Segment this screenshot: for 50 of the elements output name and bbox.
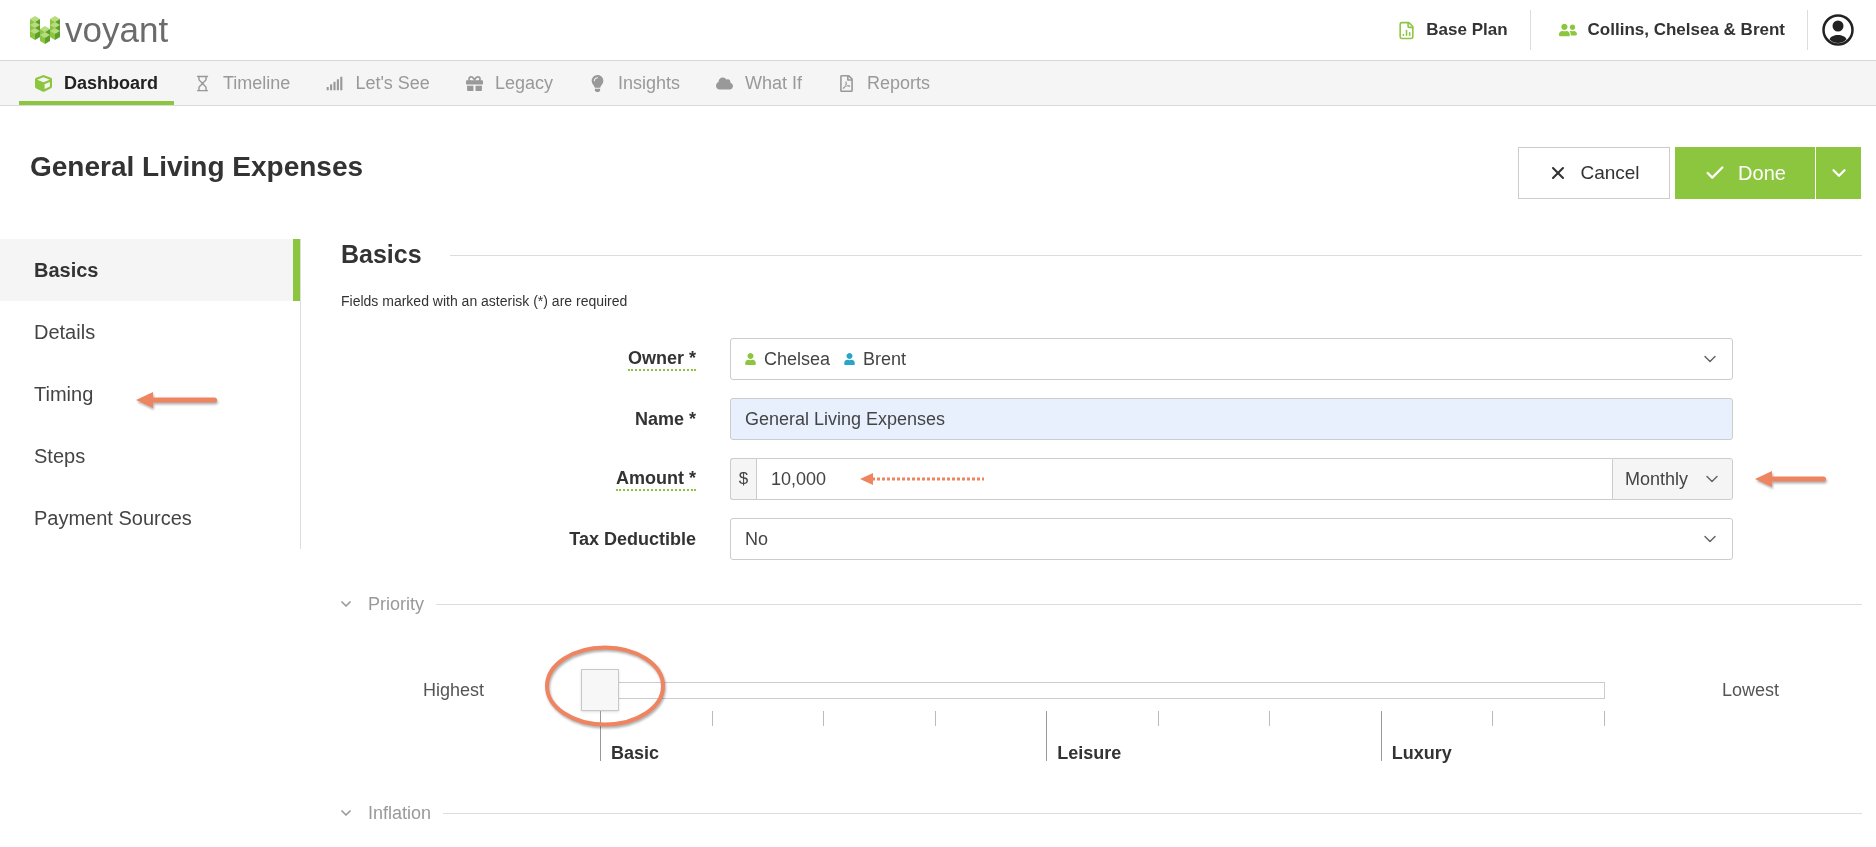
logo-wordmark: voyant — [65, 10, 169, 50]
slider-max-label: Lowest — [1722, 679, 1780, 700]
field-label: Amount * — [616, 467, 696, 491]
required-note: Fields marked with an asterisk (*) are required — [341, 292, 629, 311]
tick-label: Luxury — [1391, 742, 1452, 764]
tick-mark — [600, 711, 601, 761]
tax-deductible-select[interactable]: No — [730, 518, 1733, 560]
field-label: Name * — [634, 408, 696, 430]
frequency-select[interactable]: Monthly — [1612, 458, 1733, 500]
amount-input[interactable]: 10,000 — [756, 458, 1612, 500]
owner-name: Chelsea — [764, 347, 831, 371]
annotation-arrow-icon — [860, 472, 984, 486]
done-options-button[interactable] — [1816, 147, 1861, 199]
user-avatar-icon[interactable] — [1822, 14, 1854, 46]
cube-icon — [35, 74, 52, 92]
tick-mark — [1269, 711, 1271, 726]
section-title: Basics — [341, 239, 422, 271]
field-label: Owner * — [627, 347, 696, 371]
annotation-arrow-icon — [1755, 470, 1827, 488]
blocks-logo-icon — [30, 15, 60, 45]
tick-label: Basic — [611, 742, 660, 764]
nav-tab[interactable]: Dashboard — [19, 61, 175, 105]
tick-mark — [1492, 711, 1494, 726]
tick-label: Leisure — [1057, 742, 1122, 764]
tick-mark — [1046, 711, 1048, 761]
slider-thumb[interactable] — [581, 669, 619, 711]
slider-min-label: Highest — [422, 678, 484, 702]
sidebar-item[interactable]: Basics — [0, 239, 300, 301]
tick-mark — [934, 711, 936, 726]
plan-button[interactable]: Base Plan — [1397, 17, 1530, 43]
tick-mark — [1157, 711, 1159, 726]
owner-select[interactable]: Chelsea Brent — [730, 338, 1733, 380]
tick-mark — [711, 711, 713, 726]
annotation-arrow-icon — [136, 391, 218, 409]
name-input[interactable]: General Living Expenses — [730, 398, 1733, 440]
highlight-ellipse-icon — [544, 645, 666, 727]
cancel-button[interactable]: Cancel — [1518, 147, 1670, 199]
client-button[interactable]: Collins, Chelsea & Brent — [1530, 17, 1807, 43]
chart-document-icon — [1397, 20, 1417, 40]
page-title: General Living Expenses — [30, 150, 364, 184]
tick-mark — [1380, 711, 1382, 761]
users-icon — [1558, 21, 1577, 39]
gift-icon — [465, 74, 483, 92]
owner-name: Brent — [863, 347, 907, 371]
tick-mark — [1603, 711, 1605, 726]
tick-mark — [823, 711, 825, 726]
signal-bars-icon — [326, 74, 344, 92]
pdf-file-icon — [838, 74, 855, 92]
field-label: Tax Deductible — [569, 528, 696, 550]
currency-prefix: $ — [730, 458, 756, 500]
